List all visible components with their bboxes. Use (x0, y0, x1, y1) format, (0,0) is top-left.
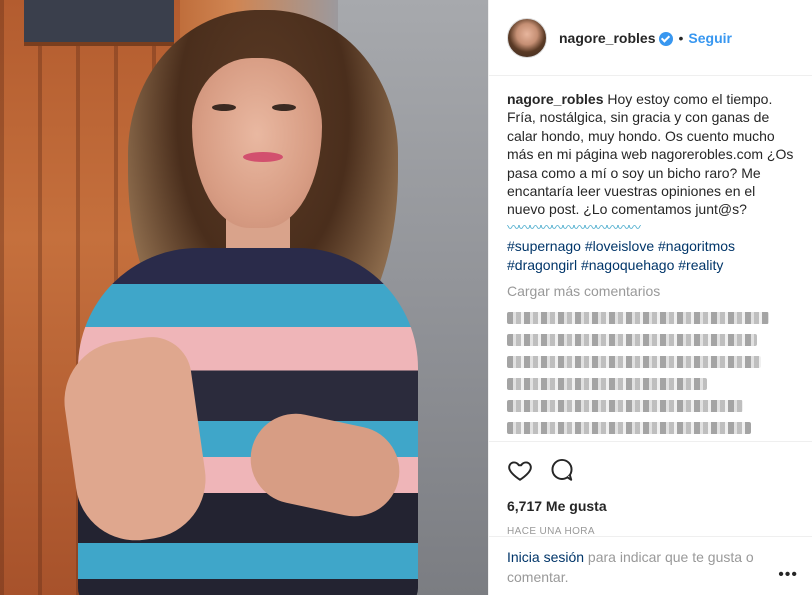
comments-section: nagore_robles Hoy estoy como el tiempo. … (489, 76, 812, 435)
post-header: nagore_robles • Seguir (489, 0, 812, 76)
blurred-comment-line (507, 422, 751, 435)
login-prompt: Inicia sesión para indicar que te gusta … (489, 536, 812, 587)
post-sidebar: nagore_robles • Seguir nagore_robles Hoy… (488, 0, 812, 595)
caption-emoji-row: 〰〰〰〰〰〰〰〰〰〰〰〰 (507, 219, 641, 235)
photo-face (192, 58, 322, 228)
post-photo[interactable] (0, 0, 488, 595)
photo-eye-right (272, 104, 296, 111)
instagram-post: nagore_robles • Seguir nagore_robles Hoy… (0, 0, 812, 595)
blurred-comment-line (507, 400, 743, 413)
caption: nagore_robles Hoy estoy como el tiempo. … (507, 90, 796, 274)
blurred-comment-line (507, 356, 761, 369)
verified-badge-icon (659, 31, 674, 46)
caption-hashtags[interactable]: #supernago #loveislove #nagoritmos #drag… (507, 237, 796, 274)
caption-text: Hoy estoy como el tiempo. Fría, nostálgi… (507, 91, 794, 218)
header-username[interactable]: nagore_robles (559, 30, 655, 46)
heart-icon[interactable] (507, 457, 533, 483)
photo-window (24, 0, 174, 46)
blurred-comment-line (507, 334, 757, 347)
login-link[interactable]: Inicia sesión (507, 549, 584, 565)
blurred-comment-line (507, 378, 707, 391)
comment-icon[interactable] (549, 457, 575, 483)
load-more-comments-button[interactable]: Cargar más comentarios (507, 282, 796, 300)
avatar[interactable] (507, 17, 547, 58)
caption-username[interactable]: nagore_robles (507, 91, 603, 107)
photo-eye-left (212, 104, 236, 111)
more-options-icon[interactable]: ••• (778, 565, 798, 585)
action-icons (507, 456, 796, 484)
header-separator: • (678, 29, 684, 46)
follow-button[interactable]: Seguir (688, 30, 732, 46)
photo-lips (243, 152, 283, 162)
post-actions: 6,717 Me gusta HACE UNA HORA (489, 441, 812, 537)
blurred-comments (507, 312, 796, 435)
blurred-comment-line (507, 312, 769, 325)
likes-count[interactable]: 6,717 Me gusta (507, 498, 796, 514)
